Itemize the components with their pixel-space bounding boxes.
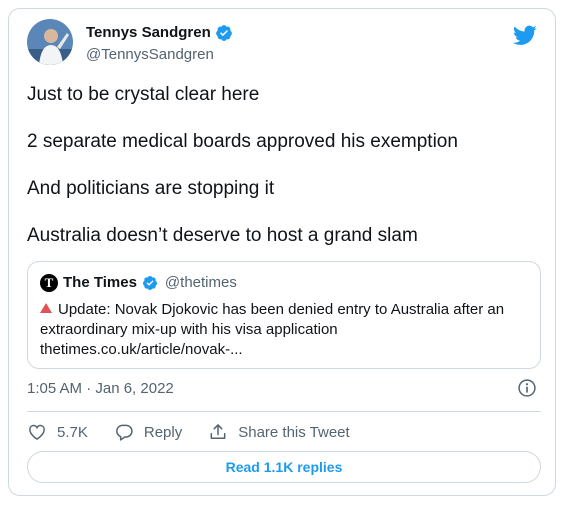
- verified-badge-icon: [215, 25, 232, 41]
- divider: [27, 411, 541, 412]
- quoted-author-name[interactable]: The Times: [63, 274, 137, 292]
- heart-icon: [29, 424, 45, 440]
- author-handle[interactable]: @TennysSandgren: [86, 46, 214, 64]
- like-count: 5.7K: [57, 423, 88, 441]
- reply-bubble-icon: [116, 424, 133, 441]
- tweet-line: And politicians are stopping it: [27, 178, 275, 199]
- quoted-author-handle[interactable]: @thetimes: [165, 274, 237, 292]
- reply-label: Reply: [143, 423, 183, 441]
- author-name[interactable]: Tennys Sandgren: [86, 24, 211, 42]
- quoted-author-avatar[interactable]: T: [40, 274, 58, 292]
- verified-badge-icon: [142, 276, 157, 290]
- quoted-tweet-header: T The Times @thetimes: [40, 274, 237, 292]
- tweet-line: 2 separate medical boards approved his e…: [27, 131, 458, 152]
- tweet-timestamp[interactable]: 1:05 AM · Jan 6, 2022: [27, 380, 174, 397]
- share-icon: [210, 424, 226, 439]
- tweet-line: Australia doesn’t deserve to host a gran…: [27, 225, 418, 246]
- tweet-text: Just to be crystal clear here 2 separate…: [27, 83, 537, 271]
- read-replies-button[interactable]: Read 1.1K replies: [27, 451, 541, 483]
- quoted-tweet[interactable]: T The Times @thetimes Update: Novak Djok…: [27, 261, 541, 369]
- quoted-text-body: Update: Novak Djokovic has been denied e…: [40, 301, 505, 338]
- tweet-card: Tennys Sandgren @TennysSandgren Just to …: [8, 8, 556, 496]
- tweet-line: Just to be crystal clear here: [27, 84, 260, 105]
- author-name-row[interactable]: Tennys Sandgren: [86, 24, 233, 42]
- avatar[interactable]: [27, 19, 73, 65]
- quoted-link[interactable]: thetimes.co.uk/article/novak-...: [40, 341, 243, 358]
- alert-triangle-icon: [40, 303, 52, 313]
- action-bar: 5.7K Reply Share this Tweet: [27, 419, 376, 445]
- like-button[interactable]: 5.7K: [27, 422, 88, 442]
- info-icon[interactable]: [517, 378, 537, 398]
- twitter-bird-icon[interactable]: [513, 23, 537, 47]
- avatar-photo: [27, 19, 73, 65]
- share-button[interactable]: Share this Tweet: [208, 422, 350, 442]
- quoted-tweet-text: Update: Novak Djokovic has been denied e…: [40, 300, 530, 360]
- reply-button[interactable]: Reply: [114, 422, 182, 442]
- share-label: Share this Tweet: [238, 423, 350, 441]
